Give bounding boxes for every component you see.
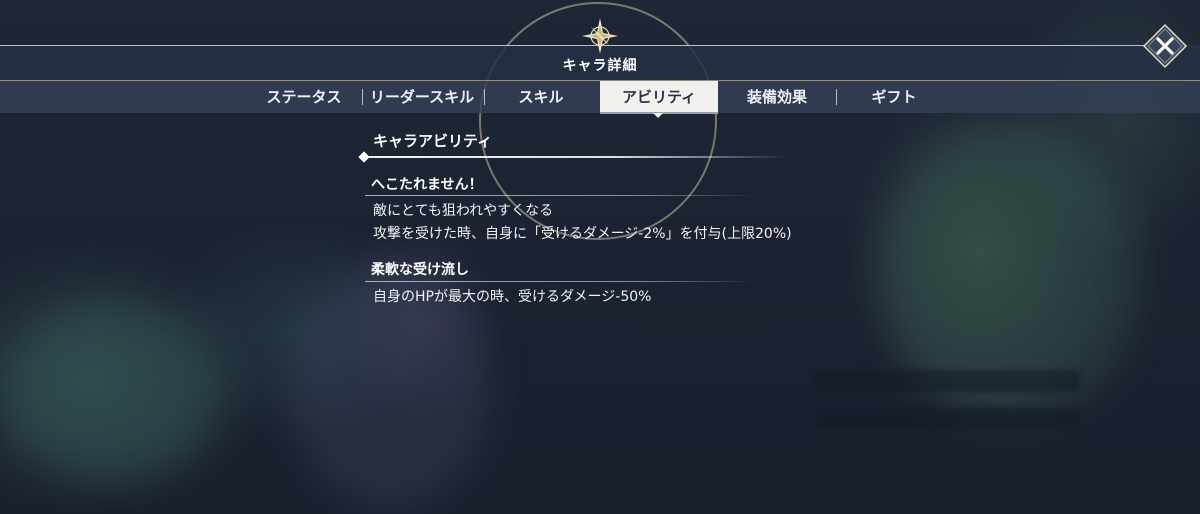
ability-description-line: 敵にとても狙われやすくなる [373, 203, 554, 219]
active-tab-pointer [653, 113, 663, 118]
page-title: キャラ詳細 [562, 58, 638, 74]
tab-separator [836, 89, 837, 105]
tab-separator [484, 89, 485, 105]
tab-separator [362, 89, 363, 105]
tab-ability[interactable]: アビリティ [600, 81, 718, 114]
ability-description-line: 自身のHPが最大の時、受けるダメージ-50% [373, 289, 652, 305]
ability-name: へこたれません！ [371, 177, 483, 193]
tab-equipment-effect[interactable]: 装備効果 [725, 81, 829, 113]
star-compass-icon [581, 17, 619, 55]
tab-status[interactable]: ステータス [252, 81, 356, 113]
header-top-line [0, 45, 1150, 46]
tab-leader-skill[interactable]: リーダースキル [364, 81, 480, 113]
section-title: キャラアビリティ [373, 132, 493, 150]
close-icon [1142, 23, 1188, 69]
ability-divider [365, 195, 755, 196]
ability-name: 柔軟な受け流し [371, 262, 469, 278]
ability-divider [365, 281, 755, 282]
section-divider [365, 156, 785, 158]
character-detail-screen: キャラ詳細 ステータス リーダースキル スキル アビリティ 装備効果 ギフト キ… [0, 0, 1200, 514]
ability-description-line: 攻撃を受けた時、自身に「受けるダメージ-2%」を付与(上限20%) [373, 226, 792, 242]
tab-gift[interactable]: ギフト [842, 81, 946, 113]
close-button[interactable] [1142, 23, 1188, 69]
tab-skill[interactable]: スキル [490, 81, 592, 113]
